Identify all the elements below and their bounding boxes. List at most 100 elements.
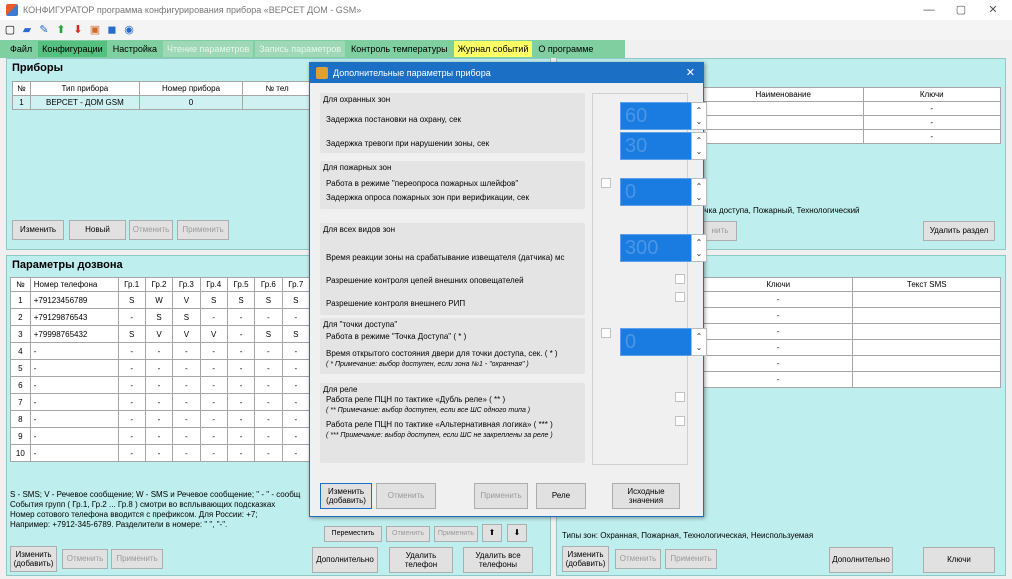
column-header[interactable]: Ключи (702, 277, 854, 292)
fire-requery-checkbox[interactable] (601, 178, 611, 188)
device-icon[interactable]: ◼ (105, 23, 119, 37)
column-header[interactable]: № тел (242, 81, 312, 96)
table-row[interactable]: 10- - - - - - - - (10, 444, 311, 462)
fire-delay-stepper[interactable]: ⌃ ⌄ (691, 178, 707, 206)
chevron-down-icon[interactable]: ⌄ (696, 146, 703, 157)
menu-item-5[interactable]: Контроль температуры (347, 41, 452, 57)
dial-more-button[interactable]: Дополнительно (312, 547, 378, 573)
dialog-apply-button[interactable]: Применить (474, 483, 528, 509)
menu-item-4[interactable]: Запись параметров (255, 41, 345, 57)
devices-table[interactable]: № Тип прибора Номер прибора № тел 1 ВЕРСЕТ - … (12, 81, 312, 110)
chevron-down-icon[interactable]: ⌄ (696, 342, 703, 353)
sections-table[interactable]: Наименование Ключи - - - (703, 87, 1002, 144)
relay-button[interactable]: Реле (536, 483, 586, 509)
devices-new-button[interactable]: Новый (69, 220, 126, 240)
column-header[interactable]: № (12, 81, 31, 96)
menu-item-7[interactable]: О программе (534, 41, 597, 57)
table-row[interactable]: 6-------- (10, 376, 311, 394)
fire-delay-spinner[interactable]: 0 ⌃ ⌄ (620, 178, 707, 206)
table-row[interactable]: 5-------- (10, 359, 311, 377)
defaults-button[interactable]: Исходные значения (612, 483, 680, 509)
menu-item-6[interactable]: Журнал событий (453, 41, 533, 57)
table-row[interactable]: - (703, 101, 1002, 116)
move-up-button[interactable]: ⬆ (482, 524, 502, 542)
close-icon[interactable]: ✕ (977, 0, 1009, 20)
table-row[interactable]: 7-------- (10, 393, 311, 411)
delete-phone-button[interactable]: Удалить телефон (389, 547, 453, 573)
move-down-button[interactable]: ⬇ (507, 524, 527, 542)
sms-apply-button[interactable]: Применить (665, 549, 717, 569)
menu-item-1[interactable]: Конфигурации (38, 41, 107, 57)
table-row[interactable]: 1 ВЕРСЕТ - ДОМ GSM 0 (12, 95, 312, 110)
table-row[interactable]: - (702, 339, 1001, 356)
table-row[interactable]: - (702, 291, 1001, 308)
ext-notifiers-checkbox[interactable] (675, 274, 685, 284)
chevron-up-icon[interactable]: ⌃ (696, 135, 703, 146)
column-header[interactable]: Номер телефона (29, 277, 119, 292)
column-header[interactable]: Гр.6 (254, 277, 283, 292)
menu-item-0[interactable]: Файл (6, 41, 36, 57)
table-row[interactable]: - (703, 115, 1002, 130)
table-row[interactable]: 1 +79123456789 S W V S S S S (10, 291, 311, 309)
access-mode-checkbox[interactable] (601, 328, 611, 338)
sms-more-button[interactable]: Дополнительно (829, 547, 893, 573)
column-header[interactable]: Наименование (703, 87, 864, 102)
column-header[interactable]: Номер прибора (138, 81, 244, 96)
chevron-up-icon[interactable]: ⌃ (696, 105, 703, 116)
table-row[interactable]: 8-------- (10, 410, 311, 428)
arm-delay-stepper[interactable]: ⌃ ⌄ (691, 102, 707, 130)
ext-rip-checkbox[interactable] (675, 292, 685, 302)
open-folder-icon[interactable]: ▰ (20, 23, 34, 37)
table-row[interactable]: 9-------- (10, 427, 311, 445)
table-row[interactable]: - (702, 307, 1001, 324)
delete-section-button[interactable]: Удалить раздел (923, 221, 995, 241)
column-header[interactable]: Гр.2 (144, 277, 174, 292)
sections-apply-button[interactable]: нить (703, 221, 737, 241)
table-row[interactable]: - (702, 371, 1001, 388)
chevron-up-icon[interactable]: ⌃ (696, 237, 703, 248)
column-header[interactable]: Гр.7 (281, 277, 311, 292)
chevron-up-icon[interactable]: ⌃ (696, 331, 703, 342)
dial-apply-button[interactable]: Применить (111, 549, 163, 569)
column-header[interactable]: Текст SMS (852, 277, 1001, 292)
table-row[interactable]: 2 +79129876543- S S - - - - (10, 308, 311, 326)
devices-edit-button[interactable]: Изменить (12, 220, 64, 240)
dialog-edit-button[interactable]: Изменить (добавить) (320, 483, 372, 509)
sms-table[interactable]: Ключи Текст SMS - - - - - - (702, 277, 1001, 388)
table-row[interactable]: 4-------- (10, 342, 311, 360)
relay-alt-checkbox[interactable] (675, 416, 685, 426)
alarm-delay-stepper[interactable]: ⌃ ⌄ (691, 132, 707, 160)
chevron-down-icon[interactable]: ⌄ (696, 192, 703, 203)
column-header[interactable]: Ключи (862, 87, 1002, 102)
dial-cancel-button[interactable]: Отменить (62, 549, 108, 569)
door-open-time-spinner[interactable]: 0 ⌃ ⌄ (620, 328, 707, 356)
edit-icon[interactable]: ✎ (37, 23, 51, 37)
alarm-delay-spinner[interactable]: 30 ⌃ ⌄ (620, 132, 707, 160)
arrow-down-icon[interactable]: ⬇ (71, 23, 85, 37)
devices-cancel-button[interactable]: Отменить (129, 220, 173, 240)
menu-item-2[interactable]: Настройка (109, 41, 161, 57)
keys-button[interactable]: Ключи (923, 547, 995, 573)
column-header[interactable]: Гр.4 (199, 277, 228, 292)
table-row[interactable]: - (702, 355, 1001, 372)
maximize-icon[interactable]: ▢ (945, 0, 977, 20)
move-button[interactable]: Переместить (324, 526, 382, 542)
menu-item-3[interactable]: Чтение параметров (163, 41, 254, 57)
door-open-time-stepper[interactable]: ⌃ ⌄ (691, 328, 707, 356)
relay-dub-checkbox[interactable] (675, 392, 685, 402)
sms-edit-button[interactable]: Изменить (добавить) (562, 546, 609, 572)
new-file-icon[interactable]: ▢ (3, 23, 17, 37)
dial-edit-button[interactable]: Изменить (добавить) (10, 546, 57, 572)
reaction-time-spinner[interactable]: 300 ⌃ ⌄ (620, 234, 707, 262)
chevron-down-icon[interactable]: ⌄ (696, 116, 703, 127)
table-row[interactable]: - (703, 129, 1002, 144)
column-header[interactable]: Гр.5 (226, 277, 256, 292)
dial-cancel2-button[interactable]: Отменить (386, 526, 430, 542)
chevron-up-icon[interactable]: ⌃ (696, 181, 703, 192)
table-row[interactable]: 3 +79998765432 S V V V - S S (10, 325, 311, 343)
dial-table[interactable]: № Номер телефона Гр.1 Гр.2 Гр.3 Гр.4 Гр.5 Гр.6 Г… (10, 277, 311, 462)
arm-delay-spinner[interactable]: 60 ⌃ ⌄ (620, 102, 707, 130)
reaction-time-stepper[interactable]: ⌃ ⌄ (691, 234, 707, 262)
dialog-close-icon[interactable]: ✕ (686, 66, 695, 79)
sms-cancel-button[interactable]: Отменить (615, 549, 661, 569)
